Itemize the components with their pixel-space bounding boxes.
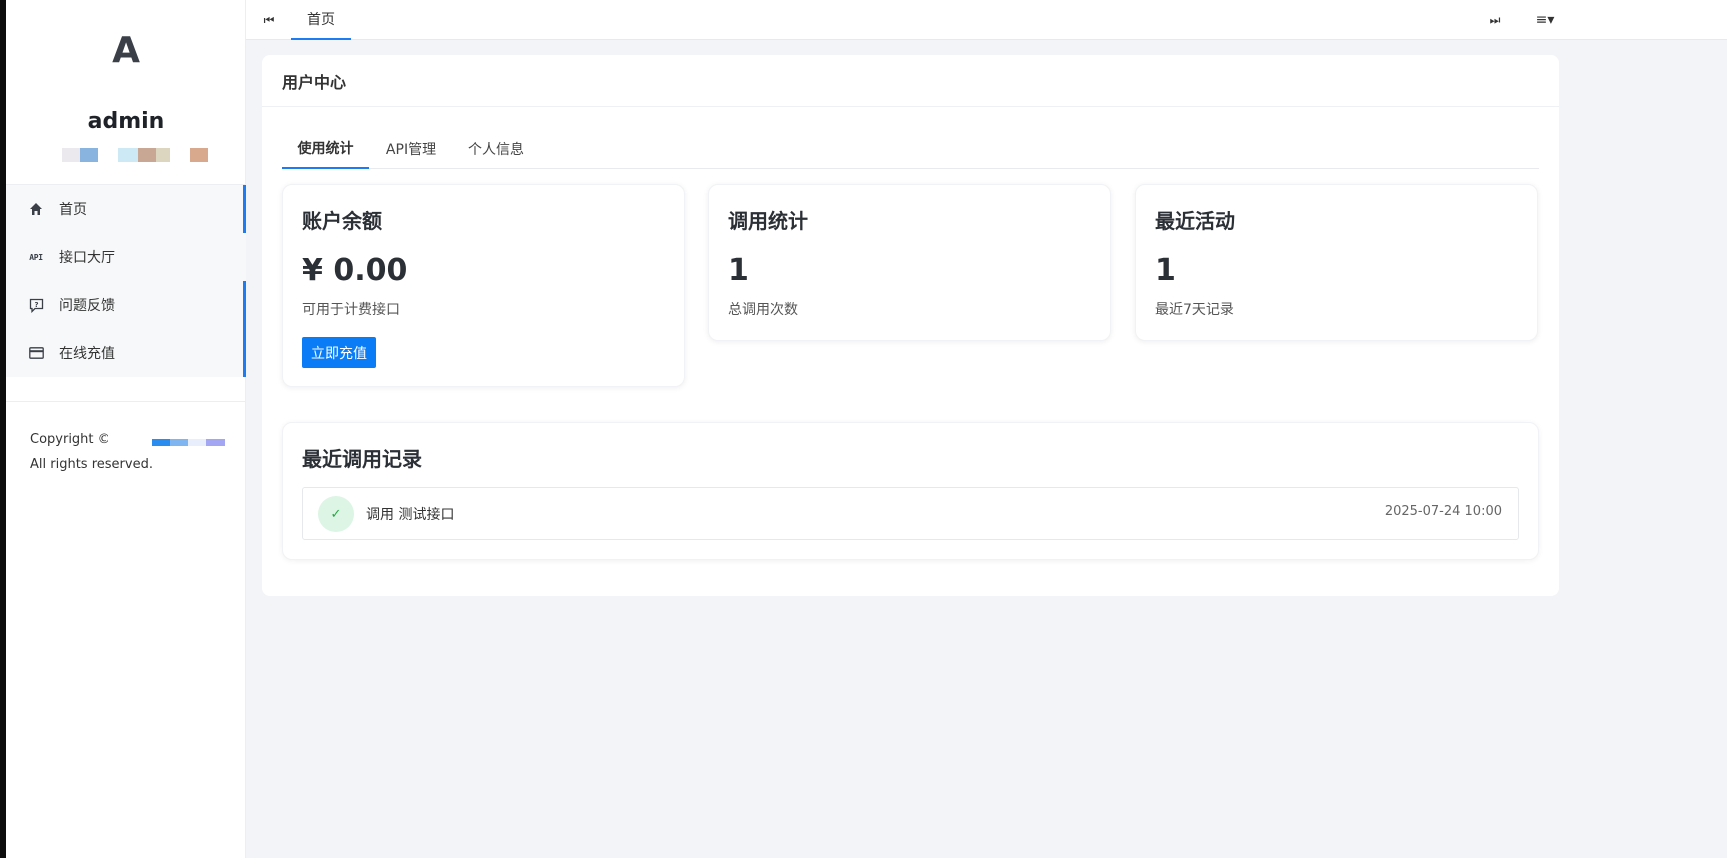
card-icon — [28, 345, 44, 361]
activity-count-value: 1 — [1155, 253, 1176, 288]
tab-usage-stats[interactable]: 使用统计 — [282, 129, 369, 169]
record-time: 2025-07-24 10:00 — [1384, 504, 1502, 519]
tab-api-management[interactable]: API管理 — [379, 129, 443, 169]
sidebar-divider — [6, 401, 246, 402]
copyright-redaction — [170, 439, 188, 446]
call-stats-card: 调用统计 1 总调用次数 — [708, 184, 1111, 341]
stat-description: 最近7天记录 — [1155, 302, 1234, 318]
recent-calls-title: 最近调用记录 — [302, 447, 422, 471]
copyright-redaction — [188, 439, 206, 446]
balance-card: 账户余额 ¥ 0.00 可用于计费接口 立即充值 — [282, 184, 685, 387]
copyright-redaction — [152, 439, 170, 446]
user-info-redacted — [62, 148, 212, 162]
stat-description: 总调用次数 — [728, 302, 798, 318]
record-text: 调用 测试接口 — [366, 507, 455, 523]
username: admin — [87, 109, 165, 134]
balance-value: ¥ 0.00 — [302, 253, 408, 288]
home-icon — [28, 201, 44, 217]
sidebar-item-label: 首页 — [59, 202, 87, 218]
scroll-right-button[interactable]: ⏭ — [1482, 0, 1508, 40]
sidebar-item-api-hall[interactable]: API 接口大厅 — [6, 233, 246, 281]
user-center-card: 用户中心 使用统计 API管理 个人信息 账户余额 ¥ 0.00 可用于计费接口… — [262, 55, 1559, 596]
user-center-tabs: 使用统计 API管理 个人信息 — [282, 129, 1539, 169]
stat-title: 账户余额 — [302, 209, 382, 233]
copyright-redaction — [206, 439, 225, 446]
top-tab-bar: ⏮ 首页 ⏭ ≡▾ — [246, 0, 1727, 40]
call-count-value: 1 — [728, 253, 749, 288]
logo: A — [112, 30, 140, 71]
sidebar-menu: 首页 API 接口大厅 ? 问题反馈 在线充值 — [6, 184, 246, 377]
stat-title: 调用统计 — [728, 209, 808, 233]
skip-start-icon: ⏮ — [263, 12, 275, 27]
tab-menu-button[interactable]: ≡▾ — [1530, 0, 1560, 40]
stat-title: 最近活动 — [1155, 209, 1235, 233]
menu-dropdown-icon: ≡▾ — [1535, 12, 1555, 28]
copyright-line: All rights reserved. — [30, 457, 153, 472]
svg-text:?: ? — [34, 301, 38, 309]
scroll-left-button[interactable]: ⏮ — [256, 0, 282, 40]
tab-personal-info[interactable]: 个人信息 — [462, 129, 530, 169]
sidebar-item-feedback[interactable]: ? 问题反馈 — [6, 281, 246, 329]
recent-calls-panel: 最近调用记录 ✓ 调用 测试接口 2025-07-24 10:00 — [282, 422, 1539, 560]
stat-description: 可用于计费接口 — [302, 302, 400, 318]
list-item[interactable]: ✓ 调用 测试接口 2025-07-24 10:00 — [302, 487, 1519, 540]
sidebar-item-home[interactable]: 首页 — [6, 185, 246, 233]
sidebar-item-recharge[interactable]: 在线充值 — [6, 329, 246, 377]
skip-end-icon: ⏭ — [1489, 12, 1501, 27]
feedback-icon: ? — [28, 297, 44, 313]
recharge-button[interactable]: 立即充值 — [302, 337, 376, 368]
tab-home[interactable]: 首页 — [291, 0, 351, 40]
sidebar-item-label: 问题反馈 — [59, 298, 115, 314]
recent-activity-card: 最近活动 1 最近7天记录 — [1135, 184, 1538, 341]
api-icon: API — [29, 252, 43, 262]
sidebar-item-label: 接口大厅 — [59, 250, 115, 266]
sidebar-item-label: 在线充值 — [59, 346, 115, 362]
page-title: 用户中心 — [262, 55, 1559, 107]
check-icon: ✓ — [318, 496, 354, 532]
